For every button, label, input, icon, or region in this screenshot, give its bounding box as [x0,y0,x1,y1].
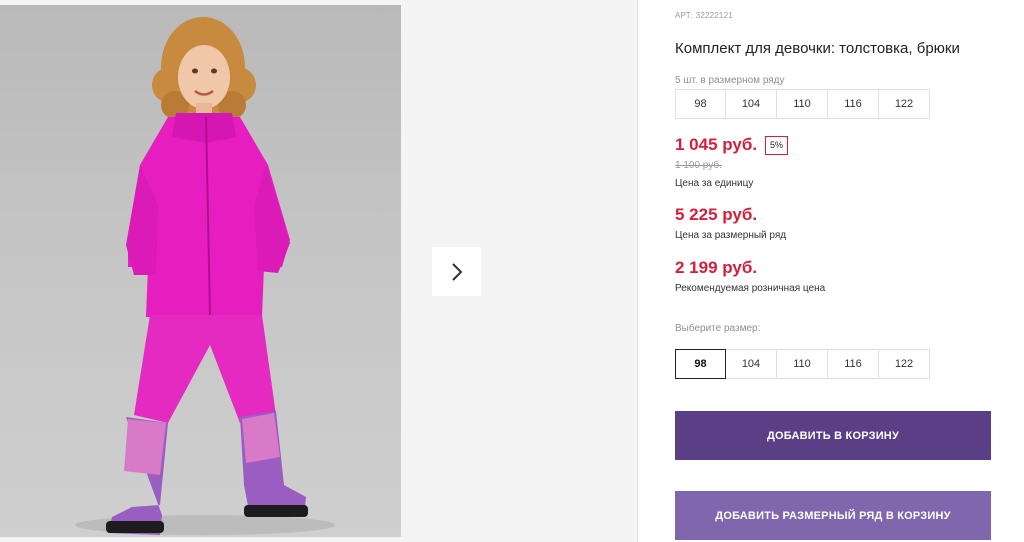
pack-size-cell: 104 [725,89,777,119]
unit-price-label: Цена за единицу [675,178,754,189]
add-size-row-to-cart-button[interactable]: ДОБАВИТЬ РАЗМЕРНЫЙ РЯД В КОРЗИНУ [675,491,991,540]
discount-badge: 5% [765,136,789,155]
size-option-98[interactable]: 98 [675,349,726,379]
size-option-104[interactable]: 104 [725,349,777,379]
product-gallery [0,0,638,542]
pack-size-cell: 110 [776,89,828,119]
pack-size-cell: 116 [827,89,879,119]
size-option-110[interactable]: 110 [776,349,828,379]
sku-value: 32222121 [695,11,733,20]
product-sku: АРТ: 32222121 [675,11,733,20]
product-title: Комплект для девочки: толстовка, брюки [675,40,960,57]
add-to-cart-button[interactable]: ДОБАВИТЬ В КОРЗИНУ [675,411,991,460]
row-price-label: Цена за размерный ряд [675,230,787,241]
sku-label: АРТ: [675,11,694,20]
gallery-next-button[interactable] [432,247,481,296]
old-price: 1 100 руб. [675,160,722,171]
retail-price: 2 199 руб. [675,258,758,277]
row-price: 5 225 руб. [675,205,758,224]
product-info: АРТ: 32222121 Комплект для девочки: толс… [675,0,1015,542]
pack-note: 5 шт. в размерном ряду [675,75,785,86]
product-photo-illustration [75,17,335,535]
unit-price: 1 045 руб. [675,135,758,154]
size-option-116[interactable]: 116 [827,349,879,379]
chevron-right-icon [451,262,462,281]
size-select-label: Выберите размер: [675,323,761,334]
size-option-122[interactable]: 122 [878,349,930,379]
retail-price-label: Рекомендуемая розничная цена [675,283,826,294]
pack-size-cell: 98 [675,89,726,119]
pack-size-list: 98 104 110 116 122 [675,89,930,119]
product-photo[interactable] [0,5,401,537]
pack-size-cell: 122 [878,89,930,119]
size-selector: 98 104 110 116 122 [675,349,930,379]
